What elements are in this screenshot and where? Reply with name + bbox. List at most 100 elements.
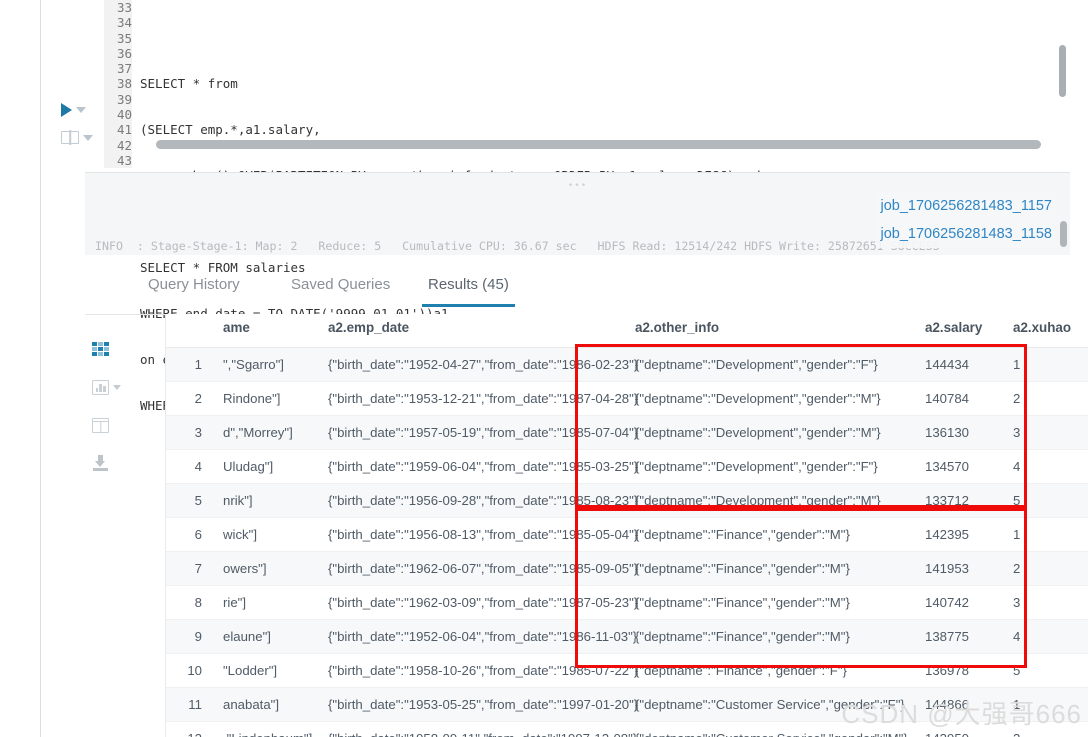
tab-saved-queries[interactable]: Saved Queries bbox=[291, 276, 390, 307]
chevron-down-icon[interactable] bbox=[83, 134, 93, 141]
cell-salary: 133712 bbox=[925, 483, 1013, 518]
chevron-down-icon[interactable] bbox=[76, 107, 86, 113]
cell-index: 10 bbox=[166, 653, 212, 688]
cell-other-info: {"deptname":"Development","gender":"M"} bbox=[628, 415, 925, 450]
cell-name: "Lodder"] bbox=[212, 653, 328, 688]
cell-xuhao: 3 bbox=[1013, 415, 1088, 450]
table-row[interactable]: 8 rie"] {"birth_date":"1962-03-09","from_d… bbox=[166, 585, 1088, 620]
run-icon[interactable] bbox=[61, 103, 72, 117]
column-header-index[interactable] bbox=[166, 314, 212, 348]
cell-salary: 134570 bbox=[925, 449, 1013, 484]
hue-query-editor-page: 33 34 35 36 37 38 39 40 41 42 43 SELECT … bbox=[0, 0, 1088, 737]
cell-emp-date: {"birth_date":"1956-09-28","from_date":"… bbox=[328, 483, 638, 518]
cell-other-info: {"deptname":"Development","gender":"M"} bbox=[628, 483, 925, 518]
table-row[interactable]: 9 elaune"] {"birth_date":"1952-06-04","fro… bbox=[166, 619, 1088, 654]
table-row[interactable]: 4 Uludag"] {"birth_date":"1959-06-04","fro… bbox=[166, 449, 1088, 484]
cell-index: 3 bbox=[166, 415, 212, 450]
cell-salary: 140784 bbox=[925, 381, 1013, 416]
editor-vertical-scrollbar[interactable] bbox=[1059, 45, 1066, 97]
table-row[interactable]: 2 Rindone"] {"birth_date":"1953-12-21","fr… bbox=[166, 381, 1088, 416]
cell-index: 7 bbox=[166, 551, 212, 586]
results-table: ame a2.emp_date a2.other_info a2.salary … bbox=[166, 314, 1088, 737]
table-row[interactable]: 10 "Lodder"] {"birth_date":"1958-10-26","f… bbox=[166, 653, 1088, 688]
cell-emp-date: {"birth_date":"1953-05-25","from_date":"… bbox=[328, 687, 638, 722]
cell-salary: 136978 bbox=[925, 653, 1013, 688]
chart-view-button[interactable] bbox=[85, 368, 125, 406]
line-number: 39 bbox=[116, 91, 132, 107]
result-view-switcher bbox=[85, 330, 125, 482]
cell-emp-date: {"birth_date":"1952-04-27","from_date":"… bbox=[328, 347, 638, 382]
column-header-other-info[interactable]: a2.other_info bbox=[628, 314, 925, 348]
cell-other-info: {"deptname":"Development","gender":"F"} bbox=[628, 449, 925, 484]
line-number: 36 bbox=[116, 45, 132, 61]
cell-emp-date: {"birth_date":"1956-08-13","from_date":"… bbox=[328, 517, 638, 552]
table-row[interactable]: 6 wick"] {"birth_date":"1956-08-13","from_… bbox=[166, 517, 1088, 552]
cell-other-info: {"deptname":"Finance","gender":"F"} bbox=[628, 653, 925, 688]
table-row[interactable]: 7 owers"] {"birth_date":"1962-06-07","from… bbox=[166, 551, 1088, 586]
table-row[interactable]: 3 d","Morrey"] {"birth_date":"1957-05-19",… bbox=[166, 415, 1088, 450]
table-row[interactable]: 1 ","Sgarro"] {"birth_date":"1952-04-27","… bbox=[166, 347, 1088, 382]
cell-index: 12 bbox=[166, 721, 212, 737]
explain-control[interactable] bbox=[61, 131, 93, 144]
cell-emp-date: {"birth_date":"1953-12-21","from_date":"… bbox=[328, 381, 638, 416]
column-header-name[interactable]: ame bbox=[212, 314, 328, 348]
results-table-container[interactable]: ame a2.emp_date a2.other_info a2.salary … bbox=[165, 314, 1088, 737]
cell-index: 1 bbox=[166, 347, 212, 382]
chevron-down-icon[interactable] bbox=[113, 384, 121, 390]
main-column: 33 34 35 36 37 38 39 40 41 42 43 SELECT … bbox=[41, 0, 1088, 737]
grid-view-button[interactable] bbox=[85, 330, 125, 368]
cell-salary: 140742 bbox=[925, 585, 1013, 620]
cell-index: 5 bbox=[166, 483, 212, 518]
cell-other-info: {"deptname":"Finance","gender":"M"} bbox=[628, 517, 925, 552]
cell-index: 6 bbox=[166, 517, 212, 552]
line-number: 35 bbox=[116, 30, 132, 46]
table-row[interactable]: 5 nrik"] {"birth_date":"1956-09-28","from_… bbox=[166, 483, 1088, 518]
cell-name: d","Morrey"] bbox=[212, 415, 328, 450]
book-icon[interactable] bbox=[61, 131, 79, 144]
line-number: 37 bbox=[116, 61, 132, 77]
job-link[interactable]: job_1706256281483_1158 bbox=[876, 220, 1056, 248]
line-number: 42 bbox=[116, 137, 132, 153]
cell-name: anabata"] bbox=[212, 687, 328, 722]
execute-control[interactable] bbox=[61, 103, 86, 117]
job-link[interactable]: job_1706256281483_1157 bbox=[876, 192, 1056, 220]
panel-resize-handle[interactable]: ••• bbox=[568, 176, 587, 197]
code-line: (SELECT emp.*,a1.salary, bbox=[140, 122, 321, 138]
cell-salary: 138775 bbox=[925, 619, 1013, 654]
cell-xuhao: 1 bbox=[1013, 517, 1088, 552]
cell-emp-date: {"birth_date":"1959-06-04","from_date":"… bbox=[328, 449, 638, 484]
editor-horizontal-scrollbar[interactable] bbox=[156, 140, 1041, 149]
cell-salary: 142395 bbox=[925, 517, 1013, 552]
cell-name: ,"Lindenbaum"] bbox=[212, 721, 328, 737]
cell-emp-date: {"birth_date":"1958-09-11","from_date":"… bbox=[328, 721, 637, 737]
tab-results[interactable]: Results (45) bbox=[422, 276, 515, 307]
download-button[interactable] bbox=[85, 444, 125, 482]
cell-xuhao: 2 bbox=[1013, 381, 1088, 416]
cell-name: owers"] bbox=[212, 551, 328, 586]
cell-emp-date: {"birth_date":"1957-05-19","from_date":"… bbox=[328, 415, 638, 450]
column-header-xuhao[interactable]: a2.xuhao bbox=[1013, 314, 1088, 348]
cell-xuhao: 2 bbox=[1013, 551, 1088, 586]
cell-xuhao: 4 bbox=[1013, 449, 1088, 484]
cell-other-info: {"deptname":"Finance","gender":"M"} bbox=[628, 551, 925, 586]
line-number: 41 bbox=[116, 122, 132, 138]
code-line: SELECT * from bbox=[140, 76, 238, 92]
cell-emp-date: {"birth_date":"1958-10-26","from_date":"… bbox=[328, 653, 638, 688]
cell-name: rie"] bbox=[212, 585, 328, 620]
column-header-emp-date[interactable]: a2.emp_date bbox=[328, 314, 628, 348]
cell-index: 4 bbox=[166, 449, 212, 484]
chart-icon bbox=[92, 379, 109, 395]
download-icon bbox=[92, 455, 109, 471]
cell-emp-date: {"birth_date":"1952-06-04","from_date":"… bbox=[328, 619, 637, 654]
log-vertical-scrollbar[interactable] bbox=[1060, 221, 1067, 247]
column-header-salary[interactable]: a2.salary bbox=[925, 314, 1013, 348]
job-links-list[interactable]: job_1706256281483_1157 job_1706256281483… bbox=[876, 192, 1056, 248]
cell-xuhao: 4 bbox=[1013, 619, 1088, 654]
tab-query-history[interactable]: Query History bbox=[148, 276, 240, 307]
line-number: 43 bbox=[116, 152, 132, 168]
columns-view-button[interactable] bbox=[85, 406, 125, 444]
columns-icon bbox=[92, 417, 109, 433]
cell-xuhao: 5 bbox=[1013, 483, 1088, 518]
sql-editor[interactable]: 33 34 35 36 37 38 39 40 41 42 43 SELECT … bbox=[41, 0, 1088, 413]
line-number: 33 bbox=[116, 0, 132, 15]
